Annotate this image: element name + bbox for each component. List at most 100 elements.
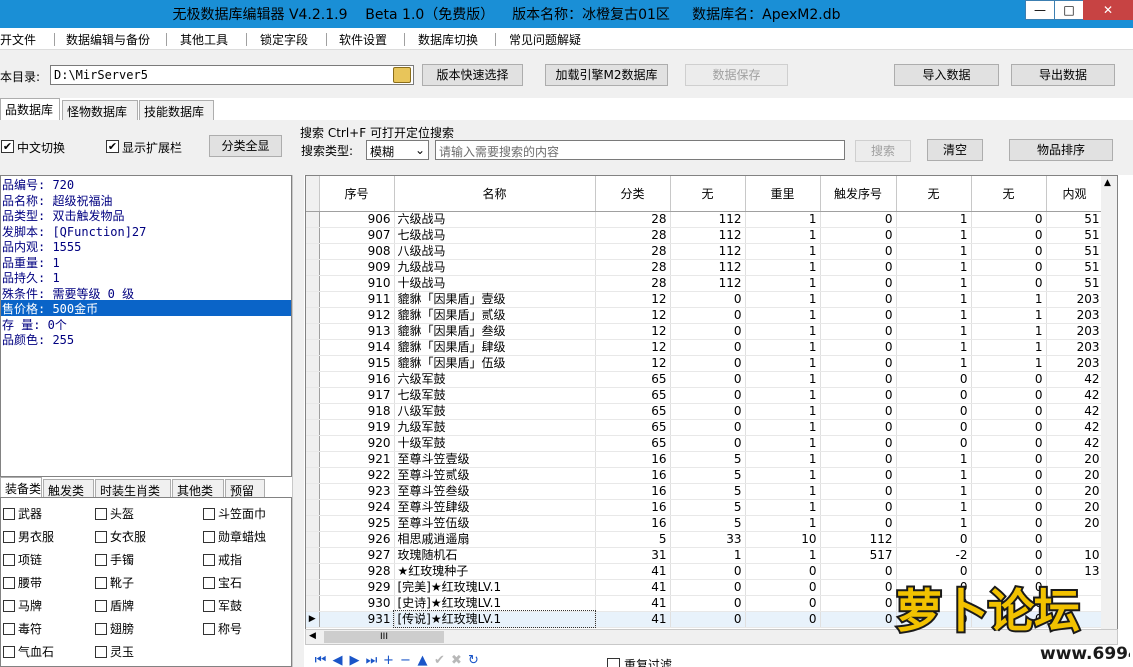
table-cell[interactable]: 0 bbox=[896, 435, 972, 452]
search-button[interactable]: 搜索 bbox=[855, 140, 911, 162]
load-engine-button[interactable]: 加载引擎M2数据库 bbox=[545, 64, 668, 86]
table-cell[interactable]: 0 bbox=[820, 483, 897, 500]
menu-faq[interactable]: 常见问题解疑 bbox=[509, 31, 581, 48]
table-cell[interactable]: 0 bbox=[820, 259, 897, 276]
category-checkbox[interactable]: 头盔 bbox=[95, 505, 134, 522]
row-indicator[interactable] bbox=[306, 275, 320, 292]
table-cell[interactable]: 203 bbox=[1046, 291, 1104, 308]
table-cell[interactable]: 1 bbox=[896, 259, 972, 276]
table-cell[interactable]: 1 bbox=[745, 227, 821, 244]
table-cell[interactable]: 203 bbox=[1046, 355, 1104, 372]
table-cell[interactable]: 十级战马 bbox=[394, 275, 596, 292]
table-row[interactable]: 914 貔貅「因果盾」肆级 12 0 1 0 1 1 203 bbox=[306, 339, 1104, 356]
checkbox-box[interactable] bbox=[203, 623, 215, 635]
info-line[interactable]: 品颜色: 255 bbox=[1, 331, 291, 347]
table-cell[interactable]: 12 bbox=[595, 355, 671, 372]
table-cell[interactable]: 1 bbox=[971, 307, 1047, 324]
table-cell[interactable]: 5 bbox=[595, 531, 671, 548]
category-checkbox[interactable]: 灵玉 bbox=[95, 643, 134, 660]
table-cell[interactable]: 1 bbox=[745, 451, 821, 468]
checkbox-box[interactable] bbox=[203, 508, 215, 520]
table-cell[interactable]: 112 bbox=[670, 275, 746, 292]
checkbox-box[interactable] bbox=[203, 531, 215, 543]
table-cell[interactable]: 41 bbox=[595, 595, 671, 612]
table-cell[interactable]: 918 bbox=[319, 403, 395, 420]
category-checkbox[interactable]: 马牌 bbox=[3, 597, 42, 614]
table-cell[interactable]: 20 bbox=[1046, 499, 1104, 516]
table-cell[interactable]: 1 bbox=[896, 499, 972, 516]
quick-select-button[interactable]: 版本快速选择 bbox=[422, 64, 523, 86]
category-checkbox[interactable]: 男衣服 bbox=[3, 528, 54, 545]
table-cell[interactable]: 1 bbox=[745, 435, 821, 452]
menu-open-file[interactable]: 开文件 bbox=[0, 31, 36, 48]
table-cell[interactable]: 203 bbox=[1046, 339, 1104, 356]
table-cell[interactable]: 0 bbox=[971, 275, 1047, 292]
row-indicator[interactable] bbox=[306, 499, 320, 516]
table-cell[interactable]: 5 bbox=[670, 451, 746, 468]
table-cell[interactable]: 貔貅「因果盾」伍级 bbox=[394, 355, 596, 372]
row-indicator[interactable] bbox=[306, 211, 320, 228]
category-checkbox[interactable]: 气血石 bbox=[3, 643, 54, 660]
table-cell[interactable]: 0 bbox=[820, 595, 897, 612]
menu-data-edit-backup[interactable]: 数据编辑与备份 bbox=[66, 31, 150, 48]
row-indicator[interactable] bbox=[306, 419, 320, 436]
dir-input[interactable]: D:\MirServer5 bbox=[50, 65, 414, 85]
info-line[interactable]: 售价格: 500金币 bbox=[1, 300, 291, 316]
table-cell[interactable]: 912 bbox=[319, 307, 395, 324]
table-row[interactable]: 926 相思戚逍遥扇 5 33 10 112 0 0 bbox=[306, 531, 1104, 548]
menu-lock-fields[interactable]: 锁定字段 bbox=[260, 31, 308, 48]
table-cell[interactable]: 1 bbox=[745, 243, 821, 260]
row-indicator[interactable] bbox=[306, 547, 320, 564]
table-cell[interactable]: 10 bbox=[1046, 547, 1104, 564]
table-cell[interactable]: 1 bbox=[745, 499, 821, 516]
table-cell[interactable]: 203 bbox=[1046, 323, 1104, 340]
table-row[interactable]: 920 十级军鼓 65 0 1 0 0 0 42 bbox=[306, 435, 1104, 452]
table-cell[interactable]: 28 bbox=[595, 211, 671, 228]
prior-record-icon[interactable]: ◀ bbox=[329, 653, 346, 667]
table-cell[interactable]: 0 bbox=[820, 387, 897, 404]
table-cell[interactable]: 0 bbox=[896, 419, 972, 436]
table-cell[interactable]: 0 bbox=[820, 307, 897, 324]
table-cell[interactable]: 十级军鼓 bbox=[394, 435, 596, 452]
column-header[interactable]: 分类 bbox=[595, 176, 671, 212]
table-cell[interactable]: 0 bbox=[820, 227, 897, 244]
import-data-button[interactable]: 导入数据 bbox=[894, 64, 999, 86]
table-cell[interactable]: 0 bbox=[896, 387, 972, 404]
category-checkbox[interactable]: 勋章蜡烛 bbox=[203, 528, 266, 545]
checkbox-box[interactable] bbox=[203, 577, 215, 589]
row-indicator[interactable] bbox=[306, 531, 320, 548]
table-cell[interactable]: 0 bbox=[820, 291, 897, 308]
table-cell[interactable]: 0 bbox=[971, 531, 1047, 548]
table-cell[interactable]: 八级军鼓 bbox=[394, 403, 596, 420]
table-cell[interactable]: 1 bbox=[971, 355, 1047, 372]
table-cell[interactable]: 112 bbox=[670, 211, 746, 228]
table-cell[interactable]: 929 bbox=[319, 579, 395, 596]
info-line[interactable]: 存 量: 0个 bbox=[1, 316, 291, 332]
table-cell[interactable]: 0 bbox=[896, 403, 972, 420]
table-cell[interactable]: 915 bbox=[319, 355, 395, 372]
table-cell[interactable]: 51 bbox=[1046, 259, 1104, 276]
column-header[interactable]: 名称 bbox=[394, 176, 596, 212]
first-record-icon[interactable]: ⏮ bbox=[312, 653, 329, 667]
post-record-icon[interactable]: ✔ bbox=[431, 653, 448, 667]
table-row[interactable]: 925 至尊斗笠伍级 16 5 1 0 1 0 20 bbox=[306, 515, 1104, 532]
table-cell[interactable]: 0 bbox=[820, 467, 897, 484]
table-cell[interactable]: 九级战马 bbox=[394, 259, 596, 276]
checkbox-box[interactable] bbox=[95, 508, 107, 520]
table-cell[interactable]: 927 bbox=[319, 547, 395, 564]
folder-icon[interactable] bbox=[393, 67, 411, 83]
table-row[interactable]: 927 玫瑰随机石 31 1 1 517 -2 0 10 bbox=[306, 547, 1104, 564]
table-cell[interactable]: 貔貅「因果盾」贰级 bbox=[394, 307, 596, 324]
table-cell[interactable]: 20 bbox=[1046, 483, 1104, 500]
table-cell[interactable]: 33 bbox=[670, 531, 746, 548]
table-cell[interactable]: 65 bbox=[595, 387, 671, 404]
tab-other[interactable]: 其他类 bbox=[172, 479, 224, 499]
table-cell[interactable]: 916 bbox=[319, 371, 395, 388]
table-cell[interactable]: 914 bbox=[319, 339, 395, 356]
table-cell[interactable]: 925 bbox=[319, 515, 395, 532]
table-cell[interactable]: 玫瑰随机石 bbox=[394, 547, 596, 564]
table-row[interactable]: 915 貔貅「因果盾」伍级 12 0 1 0 1 1 203 bbox=[306, 355, 1104, 372]
table-cell[interactable]: ★红玫瑰种子 bbox=[394, 563, 596, 580]
table-cell[interactable]: 0 bbox=[745, 595, 821, 612]
table-row[interactable]: 916 六级军鼓 65 0 1 0 0 0 42 bbox=[306, 371, 1104, 388]
